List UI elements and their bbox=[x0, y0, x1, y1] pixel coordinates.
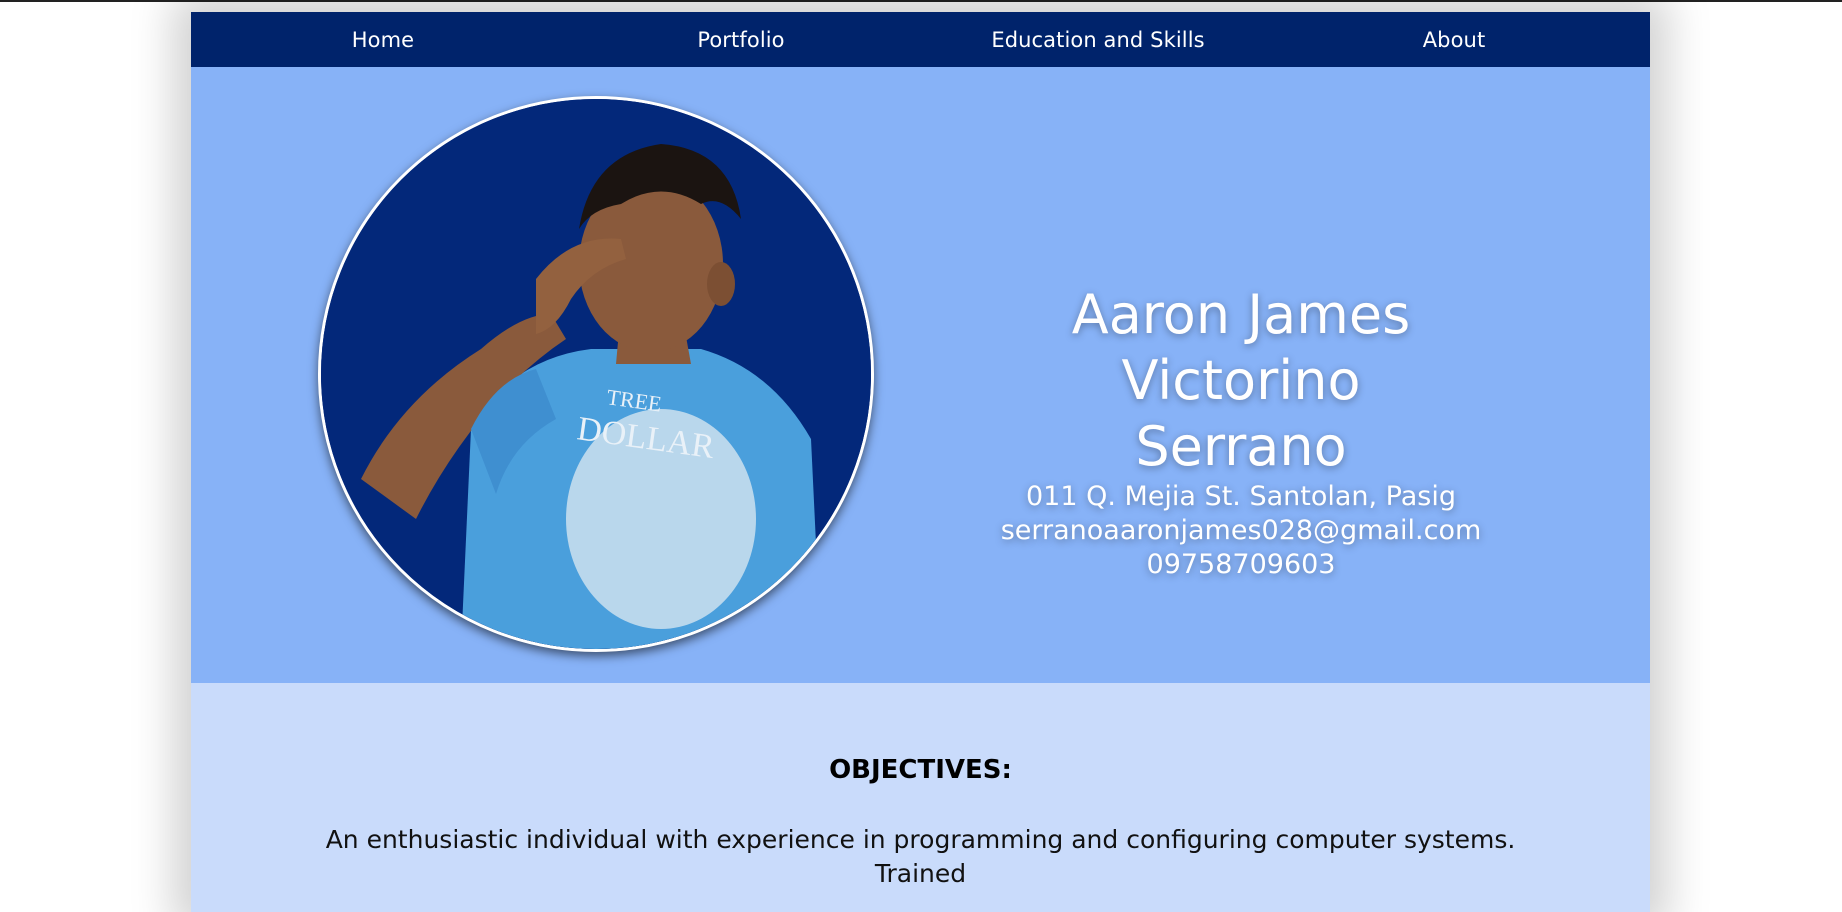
email-text: serranoaaronjames028@gmail.com bbox=[1000, 515, 1482, 546]
nav-item-education-skills[interactable]: Education and Skills bbox=[907, 28, 1289, 52]
nav-item-about[interactable]: About bbox=[1289, 28, 1619, 52]
profile-photo: DOLLAR TREE bbox=[318, 96, 874, 652]
name-line-1: Aaron James Victorino bbox=[1071, 283, 1411, 412]
address-text: 011 Q. Mejia St. Santolan, Pasig bbox=[1025, 481, 1456, 512]
phone-text: 09758709603 bbox=[1146, 549, 1336, 580]
top-nav: Home Portfolio Education and Skills Abou… bbox=[191, 12, 1650, 67]
objectives-section: OBJECTIVES: An enthusiastic individual w… bbox=[191, 683, 1650, 891]
nav-item-portfolio[interactable]: Portfolio bbox=[575, 28, 907, 52]
person-name: Aaron James Victorino Serrano bbox=[971, 282, 1511, 480]
nav-item-home[interactable]: Home bbox=[191, 28, 575, 52]
hero-section: DOLLAR TREE Aaron James Victorino Serran… bbox=[191, 67, 1650, 683]
browser-top-edge bbox=[0, 0, 1842, 2]
contact-info: Aaron James Victorino Serrano 011 Q. Mej… bbox=[971, 282, 1511, 582]
profile-photo-illustration: DOLLAR TREE bbox=[321, 99, 871, 649]
page-container: Home Portfolio Education and Skills Abou… bbox=[191, 12, 1650, 912]
objectives-text: An enthusiastic individual with experien… bbox=[325, 825, 1516, 888]
objectives-title: OBJECTIVES: bbox=[829, 755, 1012, 785]
name-line-2: Serrano bbox=[1135, 415, 1347, 478]
